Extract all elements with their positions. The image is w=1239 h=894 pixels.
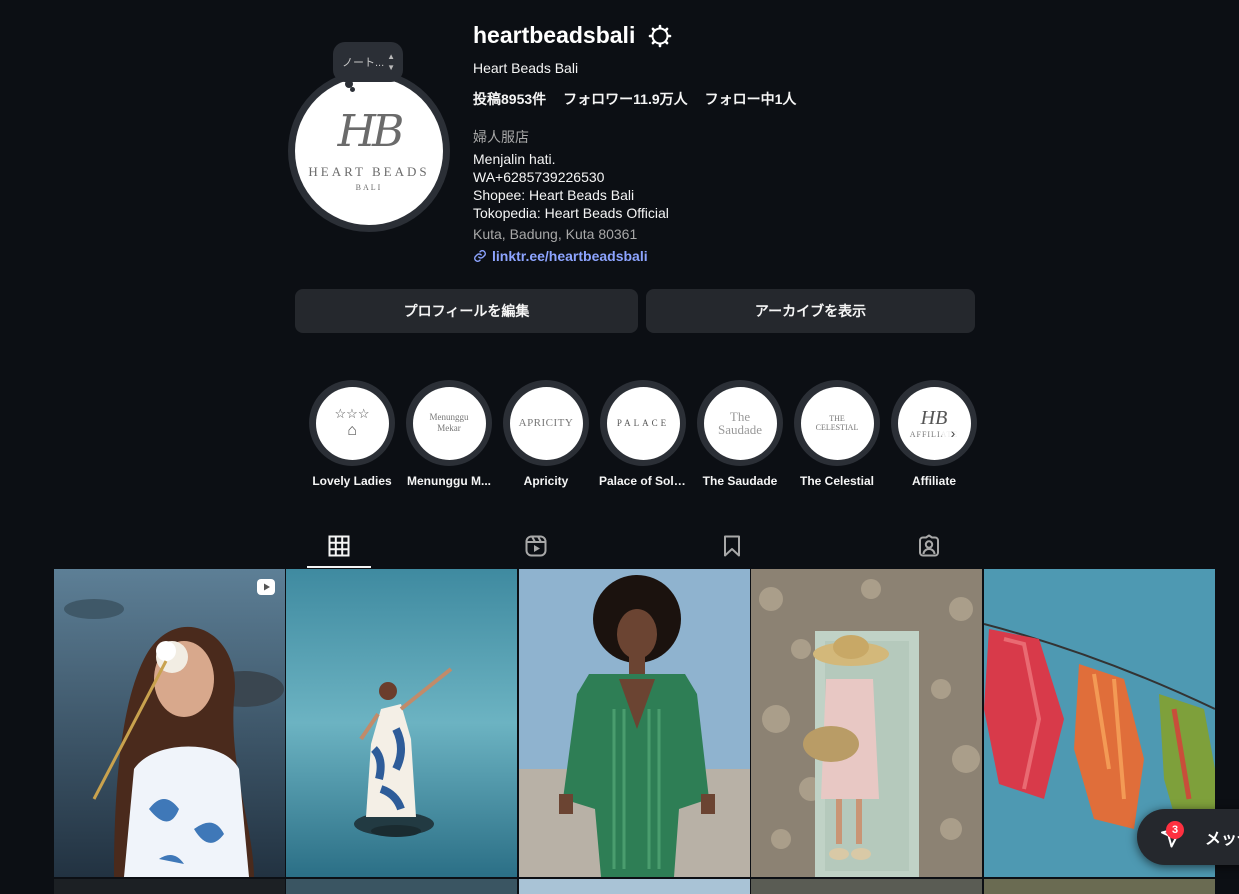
highlight-label: Apricity — [523, 474, 569, 488]
full-name: Heart Beads Bali — [473, 60, 579, 76]
highlight-ring: Menunggu Mekar — [406, 380, 492, 466]
bio-line: WA+6285739226530 — [473, 169, 605, 185]
bio-line: Shopee: Heart Beads Bali — [473, 187, 635, 203]
profile-avatar[interactable]: HB HEART BEADS BALI — [288, 70, 450, 232]
highlight-affiliate[interactable]: HB AFFILIATE Affiliate — [890, 380, 978, 488]
highlight-label: Palace of Sola... — [599, 474, 687, 488]
post-thumbnail[interactable] — [54, 879, 285, 894]
note-bubble[interactable]: ノート... ▲ ▼ — [333, 42, 403, 82]
profile-category: 婦人服店 — [473, 129, 529, 145]
profile-stats: 投稿8953件 フォロワー11.9万人 フォロー中1人 — [473, 89, 796, 109]
active-tab-indicator — [307, 566, 371, 568]
profile-location: Kuta, Badung, Kuta 80361 — [473, 226, 638, 242]
grid-icon[interactable] — [327, 534, 351, 558]
post-thumbnail[interactable] — [286, 569, 517, 877]
highlight-ring: THE CELESTIAL — [794, 380, 880, 466]
highlight-menunggu[interactable]: Menunggu Mekar Menunggu M... — [405, 380, 493, 488]
highlight-ring: ☆☆☆ ⌂ — [309, 380, 395, 466]
post-image — [519, 569, 750, 877]
highlight-cover: The Saudade — [703, 386, 777, 460]
highlight-label: Affiliate — [911, 474, 956, 488]
highlight-cover: THE CELESTIAL — [800, 386, 874, 460]
view-archive-button[interactable]: アーカイブを表示 — [646, 289, 975, 333]
post-image — [751, 569, 982, 877]
reel-badge-icon — [257, 579, 275, 595]
highlight-palace[interactable]: PALACE Palace of Sola... — [599, 380, 687, 488]
followers-count[interactable]: フォロワー11.9万人 — [563, 89, 687, 109]
highlight-saudade[interactable]: The Saudade The Saudade — [696, 380, 784, 488]
profile-tabs — [295, 528, 975, 568]
highlight-ring: HB AFFILIATE — [891, 380, 977, 466]
post-thumbnail[interactable] — [519, 879, 750, 894]
highlights-next-chevron-icon[interactable]: › — [942, 422, 964, 444]
profile-bio: Menjalin hati. WA+6285739226530 Shopee: … — [473, 150, 669, 222]
post-thumbnail[interactable] — [984, 879, 1215, 894]
settings-gear-icon[interactable] — [648, 24, 672, 48]
post-thumbnail[interactable] — [751, 569, 982, 877]
post-thumbnail[interactable] — [54, 569, 285, 877]
note-bubble-tail-small — [350, 87, 355, 92]
house-icon: ⌂ — [347, 422, 357, 439]
bio-line: Menjalin hati. — [473, 151, 556, 167]
edit-profile-button[interactable]: プロフィールを編集 — [295, 289, 638, 333]
stars-icon: ☆☆☆ — [334, 406, 370, 421]
reels-icon[interactable] — [524, 534, 548, 558]
messages-label: メッセ — [1205, 831, 1239, 848]
highlight-cover: HB AFFILIATE — [897, 386, 971, 460]
messages-unread-badge: 3 — [1166, 821, 1184, 839]
following-count[interactable]: フォロー中1人 — [705, 89, 797, 109]
post-image — [54, 569, 285, 877]
highlight-cover: APRICITY — [509, 386, 583, 460]
highlight-label: Lovely Ladies — [312, 474, 392, 488]
highlight-lovely-ladies[interactable]: ☆☆☆ ⌂ Lovely Ladies — [308, 380, 396, 488]
posts-grid — [54, 569, 1215, 894]
messages-button[interactable]: メッセ — [1137, 809, 1239, 865]
note-stepper-icon: ▲ ▼ — [387, 52, 395, 72]
highlight-cover: ☆☆☆ ⌂ — [315, 386, 389, 460]
avatar-sub: BALI — [355, 183, 383, 192]
saved-icon[interactable] — [720, 534, 744, 558]
highlight-cover: PALACE — [606, 386, 680, 460]
posts-count: 投稿8953件 — [473, 91, 547, 107]
highlight-ring: The Saudade — [697, 380, 783, 466]
post-thumbnail[interactable] — [286, 879, 517, 894]
highlight-label: The Celestial — [799, 474, 875, 488]
highlight-ring: APRICITY — [503, 380, 589, 466]
username: heartbeadsbali — [473, 22, 636, 48]
highlight-celestial[interactable]: THE CELESTIAL The Celestial — [793, 380, 881, 488]
post-image — [286, 569, 517, 877]
link-icon — [474, 250, 486, 262]
tagged-icon[interactable] — [917, 534, 941, 558]
post-thumbnail[interactable] — [751, 879, 982, 894]
bio-line: Tokopedia: Heart Beads Official — [473, 205, 669, 221]
highlight-label: The Saudade — [702, 474, 778, 488]
avatar-monogram: HB — [337, 106, 405, 157]
highlight-apricity[interactable]: APRICITY Apricity — [502, 380, 590, 488]
avatar-image: HB HEART BEADS BALI — [295, 77, 443, 225]
highlight-cover: Menunggu Mekar — [412, 386, 486, 460]
highlight-label: Menunggu M... — [407, 474, 491, 488]
highlight-ring: PALACE — [600, 380, 686, 466]
link-text: linktr.ee/heartbeadsbali — [492, 248, 648, 264]
profile-link[interactable]: linktr.ee/heartbeadsbali — [473, 248, 648, 264]
avatar-brand: HEART BEADS — [308, 164, 430, 179]
post-thumbnail[interactable] — [519, 569, 750, 877]
note-text: ノート... — [342, 57, 385, 69]
